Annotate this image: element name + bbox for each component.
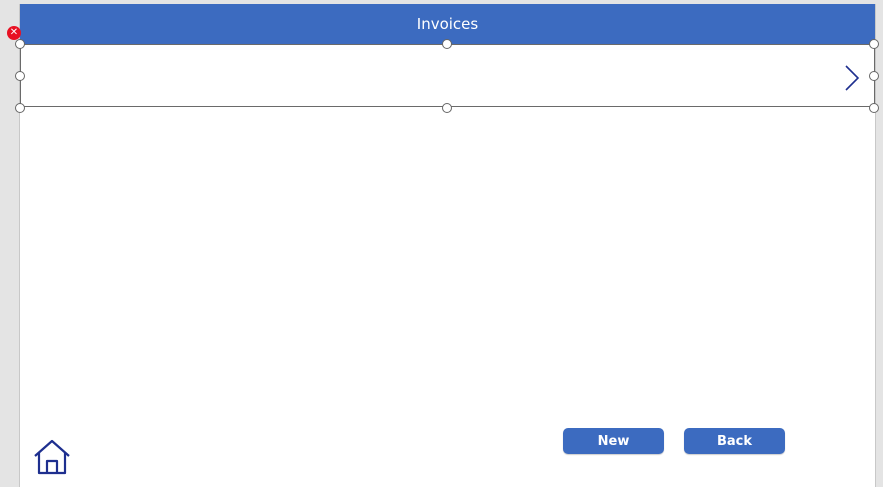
back-button-label: Back [716,433,753,449]
back-button[interactable]: Back [684,428,785,454]
header-bar: Invoices [20,4,875,44]
error-icon[interactable]: ✕ [7,26,21,40]
gallery[interactable] [20,44,875,107]
app-canvas: Invoices New Back [19,4,876,487]
page-title: Invoices [416,15,479,33]
resize-handle-middle-left[interactable] [15,71,25,81]
new-button[interactable]: New [563,428,664,454]
new-button-label: New [597,433,630,449]
home-icon[interactable] [33,438,71,476]
resize-handle-top-middle[interactable] [442,39,452,49]
resize-handle-top-left[interactable] [15,39,25,49]
resize-handle-top-right[interactable] [869,39,879,49]
resize-handle-middle-right[interactable] [869,71,879,81]
resize-handle-bottom-left[interactable] [15,103,25,113]
chevron-right-icon[interactable] [844,65,860,91]
resize-handle-bottom-middle[interactable] [442,103,452,113]
resize-handle-bottom-right[interactable] [869,103,879,113]
